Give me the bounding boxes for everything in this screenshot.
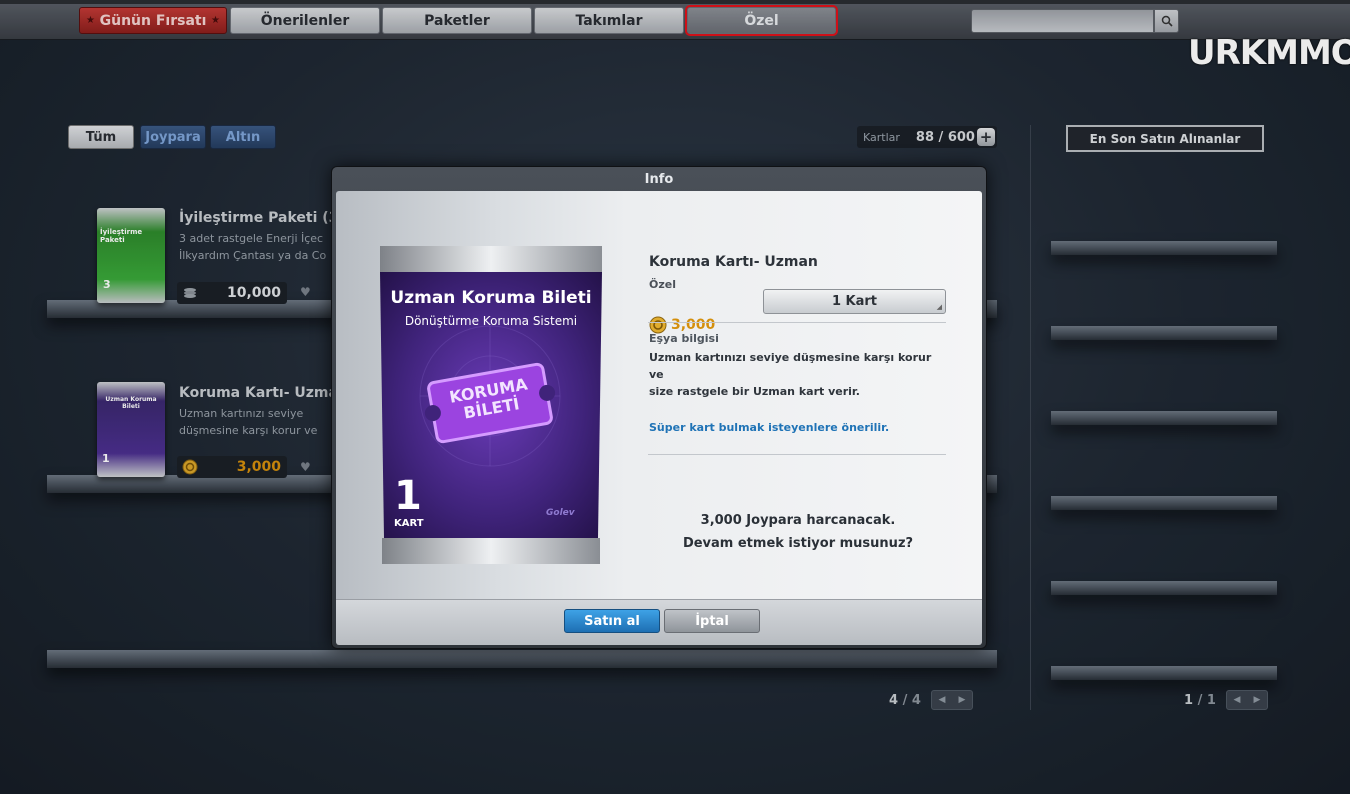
- card-pack-image: Uzman Koruma Bileti Dönüştürme Koruma Si…: [380, 246, 602, 564]
- divider: [648, 454, 946, 455]
- confirm-message: 3,000 Joypara harcanacak. Devam etmek is…: [649, 509, 947, 555]
- pack-count: 1: [394, 473, 422, 519]
- item-name: Koruma Kartı- Uzman: [649, 254, 818, 270]
- info-dialog: Info Uzman Koruma Bileti Dönüştürme Koru…: [331, 166, 987, 649]
- cancel-label: İptal: [695, 613, 729, 629]
- quantity-value: 1 Kart: [831, 294, 878, 309]
- pack-heading: Uzman Koruma Bileti: [390, 288, 592, 308]
- pack-subheading: Dönüştürme Koruma Sistemi: [404, 314, 578, 328]
- info-line: size rastgele bir Uzman kart verir.: [649, 385, 860, 398]
- dialog-body: Uzman Koruma Bileti Dönüştürme Koruma Si…: [336, 191, 982, 599]
- pack-brand: Golev: [546, 508, 575, 518]
- dialog-footer: Satın al İptal: [336, 599, 982, 645]
- divider: [648, 322, 946, 323]
- confirm-line: 3,000 Joypara harcanacak.: [700, 513, 896, 528]
- recommendation-text: Süper kart bulmak isteyenlere önerilir.: [649, 421, 890, 434]
- dropdown-corner-icon: ◢: [936, 303, 942, 311]
- buy-button[interactable]: Satın al: [564, 609, 660, 633]
- buy-label: Satın al: [584, 613, 640, 629]
- item-category: Özel: [649, 278, 676, 291]
- info-line: Uzman kartınızı seviye düşmesine karşı k…: [649, 351, 932, 381]
- cancel-button[interactable]: İptal: [664, 609, 760, 633]
- info-text: Uzman kartınızı seviye düşmesine karşı k…: [649, 349, 949, 400]
- quantity-select[interactable]: 1 Kart ◢: [763, 289, 946, 314]
- dialog-title: Info: [644, 171, 674, 187]
- pack-count-unit: KART: [394, 518, 424, 529]
- price-value: 3,000: [671, 317, 716, 333]
- confirm-line: Devam etmek istiyor musunuz?: [682, 536, 914, 551]
- info-label: Eşya bilgisi: [649, 332, 719, 345]
